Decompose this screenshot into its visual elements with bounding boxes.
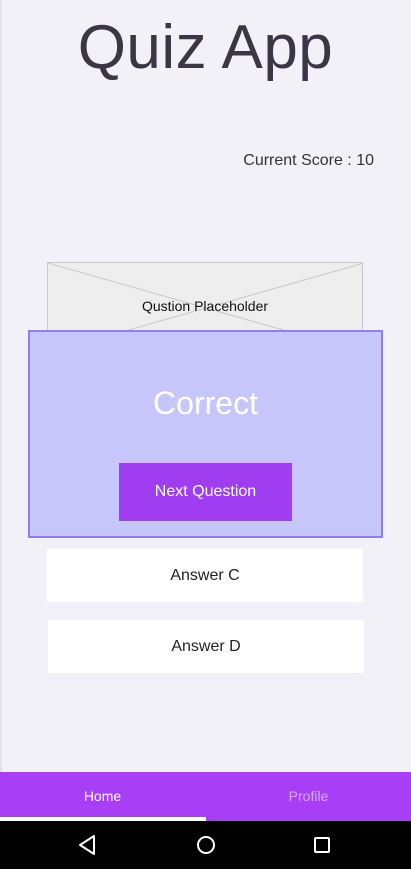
- result-text: Correct: [153, 385, 258, 421]
- system-navigation-bar: [0, 821, 411, 869]
- current-score-label: Current Score : 10: [243, 152, 374, 169]
- answer-option-d[interactable]: Answer D: [48, 620, 364, 673]
- question-text: Qustion Placeholder: [141, 298, 269, 314]
- next-question-button[interactable]: Next Question: [119, 463, 292, 521]
- bottom-navigation: Home Profile: [0, 772, 411, 821]
- tab-home[interactable]: Home: [0, 772, 205, 821]
- answer-option-c[interactable]: Answer C: [47, 549, 363, 602]
- left-edge-divider: [0, 0, 2, 772]
- back-icon[interactable]: [75, 833, 99, 857]
- result-dialog: Correct Next Question: [28, 330, 383, 538]
- page-title: Quiz App: [77, 13, 334, 82]
- tab-profile[interactable]: Profile: [206, 772, 411, 821]
- recent-apps-icon[interactable]: [310, 833, 334, 857]
- home-circle-icon[interactable]: [194, 833, 218, 857]
